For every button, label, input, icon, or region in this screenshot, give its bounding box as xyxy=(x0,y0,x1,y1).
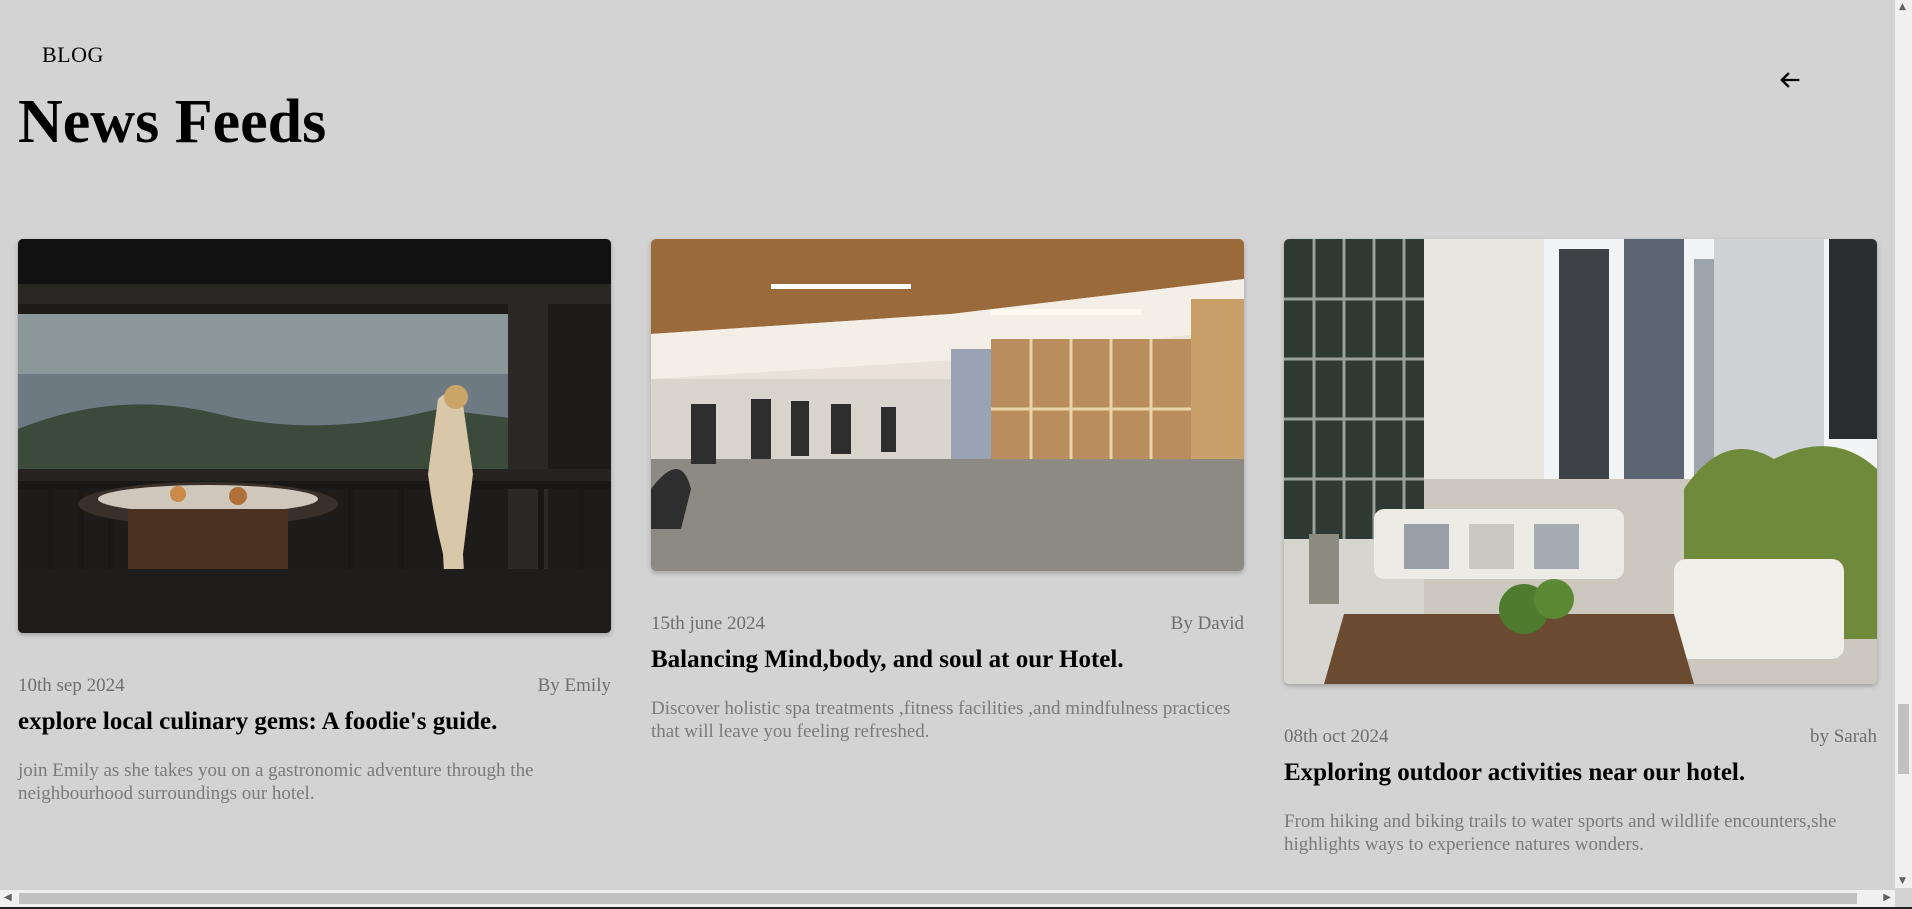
post-author: by Sarah xyxy=(1809,726,1877,747)
post-meta: 15th june 2024 By David xyxy=(651,613,1244,635)
post-image-balcony[interactable] xyxy=(18,239,611,633)
post-meta: 08th oct 2024 by Sarah xyxy=(1284,726,1877,748)
post-title[interactable]: explore local culinary gems: A foodie's … xyxy=(18,707,611,737)
post-title[interactable]: Exploring outdoor activities near our ho… xyxy=(1284,758,1877,788)
scroll-down-icon[interactable]: ▼ xyxy=(1899,876,1906,886)
scroll-right-icon[interactable]: ▶ xyxy=(1883,892,1891,903)
scroll-left-icon[interactable]: ◀ xyxy=(4,892,12,903)
horizontal-scroll-thumb[interactable] xyxy=(19,893,1857,904)
post-author: By David xyxy=(1170,613,1244,634)
blog-card[interactable]: 15th june 2024 By David Balancing Mind,b… xyxy=(651,239,1244,743)
post-author: By Emily xyxy=(537,675,611,696)
blog-label: BLOG xyxy=(42,42,104,67)
horizontal-scrollbar[interactable]: ◀ ▶ xyxy=(0,890,1895,907)
page-title: News Feeds xyxy=(18,88,327,156)
blog-card[interactable]: 08th oct 2024 by Sarah Exploring outdoor… xyxy=(1284,239,1877,856)
post-description: join Emily as she takes you on a gastron… xyxy=(18,760,534,804)
vertical-scrollbar[interactable]: ▲ ▼ xyxy=(1895,0,1912,888)
blog-card[interactable]: 10th sep 2024 By Emily explore local cul… xyxy=(18,239,611,805)
post-image-gym[interactable] xyxy=(651,239,1244,571)
post-description: Discover holistic spa treatments ,fitnes… xyxy=(651,698,1231,742)
vertical-scroll-thumb[interactable] xyxy=(1898,704,1909,774)
post-date: 08th oct 2024 xyxy=(1284,726,1389,747)
scroll-up-icon[interactable]: ▲ xyxy=(1899,2,1906,12)
back-arrow-icon[interactable] xyxy=(1776,66,1804,94)
post-image-terrace[interactable] xyxy=(1284,239,1877,684)
post-title[interactable]: Balancing Mind,body, and soul at our Hot… xyxy=(651,645,1244,675)
post-date: 15th june 2024 xyxy=(651,613,765,634)
post-date: 10th sep 2024 xyxy=(18,675,125,696)
post-description: From hiking and biking trails to water s… xyxy=(1284,811,1837,855)
post-meta: 10th sep 2024 By Emily xyxy=(18,675,611,697)
